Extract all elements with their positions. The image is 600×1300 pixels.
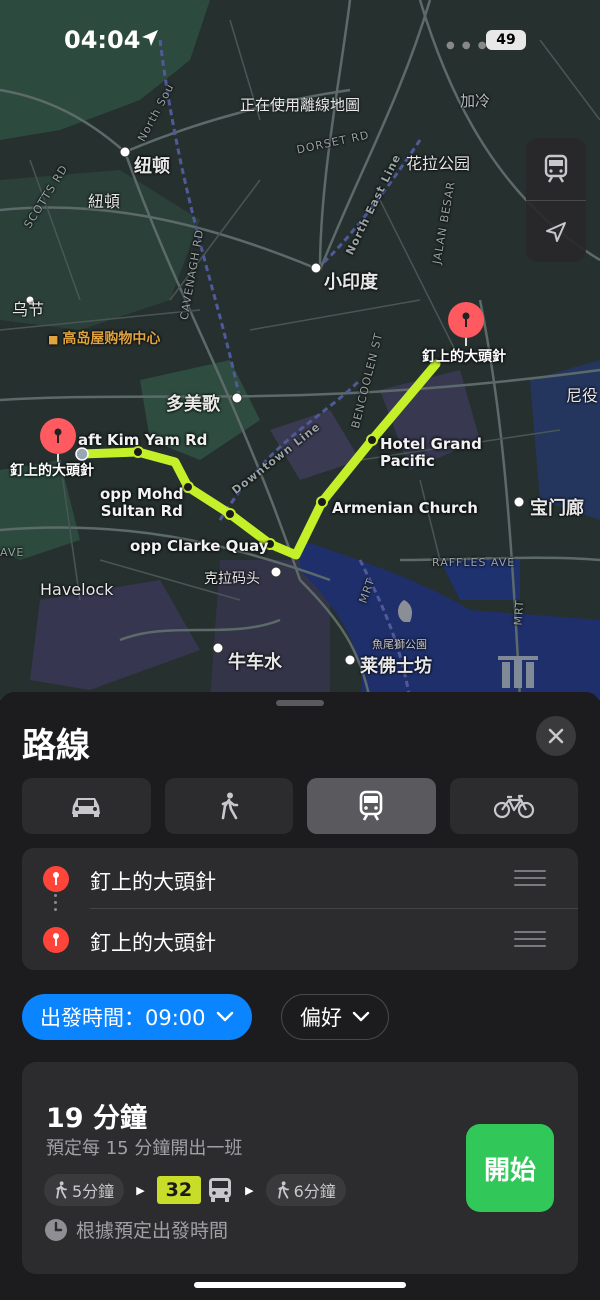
leg-arrow-icon: ▶ xyxy=(136,1183,145,1197)
area-raffles-place: 莱佛士坊 xyxy=(360,656,432,677)
start-pin-label: 釘上的大頭針 xyxy=(10,463,94,479)
route-option-card[interactable]: 19 分鐘 預定每 15 分鐘開出一班 5分鐘 ▶ 32 ▶ 6分鐘 根據預定出… xyxy=(22,1062,578,1274)
area-clarke-quay: 克拉码头 xyxy=(204,571,260,587)
mode-drive-button[interactable] xyxy=(22,778,151,834)
directions-sheet: 路線 釘上的大頭針 釘上的大頭針 出發時間：09:00 偏好 19 分鐘 預定每… xyxy=(0,692,600,1300)
end-pin-label: 釘上的大頭針 xyxy=(422,349,506,365)
location-arrow-icon xyxy=(546,222,566,242)
walk-leg-before: 5分鐘 xyxy=(44,1174,125,1206)
reorder-handle-icon[interactable] xyxy=(514,870,546,891)
waypoint-end-label: 釘上的大頭針 xyxy=(90,931,216,955)
area-orchard: 乌节 xyxy=(12,300,45,319)
street-raffles-ave: RAFFLES AVE xyxy=(432,556,516,569)
mode-transit-button[interactable] xyxy=(307,778,436,834)
close-icon xyxy=(548,728,564,744)
area-newton-tw: 紐頓 xyxy=(88,192,121,211)
street-mrt-2: MRT xyxy=(511,599,527,626)
departure-time-label: 出發時間：09:00 xyxy=(40,1006,206,1030)
car-icon xyxy=(72,798,101,817)
walk-icon xyxy=(221,792,239,820)
poi-takashimaya: ■ 高岛屋购物中心 xyxy=(48,331,161,347)
route-frequency: 預定每 15 分鐘開出一班 xyxy=(46,1138,243,1159)
stop-hotel-grand-pacific[interactable]: Hotel Grand Pacific xyxy=(380,436,482,470)
start-navigation-button[interactable]: 開始 xyxy=(466,1124,554,1212)
home-indicator[interactable] xyxy=(194,1282,406,1288)
transport-mode-selector xyxy=(22,778,578,834)
stop-armenian-church[interactable]: Armenian Church xyxy=(332,500,478,517)
transit-icon xyxy=(359,790,383,821)
leg-arrow-icon: ▶ xyxy=(245,1183,254,1197)
tram-icon xyxy=(544,154,568,183)
mode-walk-button[interactable] xyxy=(164,778,293,834)
walk-icon xyxy=(56,1181,67,1199)
walk-icon xyxy=(277,1181,289,1199)
waypoint-end[interactable]: 釘上的大頭針 xyxy=(22,909,578,969)
area-farrer-park: 花拉公园 xyxy=(406,154,471,173)
route-legs: 5分鐘 ▶ 32 ▶ 6分鐘 xyxy=(44,1174,346,1206)
status-time: 04:04 xyxy=(64,26,141,54)
sheet-grabber[interactable] xyxy=(276,700,324,706)
end-pin-icon xyxy=(448,302,484,346)
poi-merlion-park: 魚尾獅公園 xyxy=(372,638,427,651)
stop-clarke-quay[interactable]: opp Clarke Quay xyxy=(130,538,269,555)
red-pin-icon xyxy=(43,866,69,892)
area-newton: 纽顿 xyxy=(134,156,170,177)
location-services-icon xyxy=(142,30,158,46)
preferences-button[interactable]: 偏好 xyxy=(281,994,389,1040)
map-view[interactable]: North Sou 纽顿 紐頓 SCOTTS RD CAVENAGH RD DO… xyxy=(0,0,600,700)
bus-icon xyxy=(209,1178,232,1202)
clock-icon xyxy=(45,1218,67,1241)
offline-map-notice: 正在使用離線地圖 xyxy=(239,96,360,114)
waypoints-list: 釘上的大頭針 釘上的大頭針 xyxy=(22,848,578,970)
area-chinatown: 牛车水 xyxy=(228,652,282,673)
map-controls xyxy=(526,138,586,262)
start-pin-icon xyxy=(40,418,76,462)
area-dhoby-ghaut: 多美歌 xyxy=(166,394,220,415)
reorder-handle-icon[interactable] xyxy=(514,931,546,952)
close-button[interactable] xyxy=(536,716,576,756)
area-nicoll: 尼役 xyxy=(566,386,599,405)
chevron-down-icon xyxy=(216,1011,233,1022)
area-bugis: 宝门廊 xyxy=(530,498,584,519)
chevron-down-icon xyxy=(352,1011,370,1022)
preferences-label: 偏好 xyxy=(300,1006,342,1030)
bus-number-badge: 32 xyxy=(156,1176,202,1204)
waypoint-start-label: 釘上的大頭針 xyxy=(90,870,216,894)
sheet-title: 路線 xyxy=(22,726,90,766)
schedule-basis: 根據預定出發時間 xyxy=(44,1216,228,1243)
locate-me-button[interactable] xyxy=(526,201,586,263)
waypoint-start[interactable]: 釘上的大頭針 xyxy=(22,848,578,908)
street-ave: AVE xyxy=(0,546,25,559)
shopping-bag-icon: ■ xyxy=(48,333,59,346)
bike-icon xyxy=(493,794,534,819)
area-havelock: Havelock xyxy=(40,580,114,599)
route-duration: 19 分鐘 xyxy=(46,1103,147,1134)
walk-leg-after: 6分鐘 xyxy=(265,1174,346,1206)
red-pin-icon xyxy=(43,927,69,953)
battery-icon: 49 xyxy=(486,30,526,50)
mode-cycle-button[interactable] xyxy=(449,778,578,834)
area-little-india: 小印度 xyxy=(324,272,378,293)
transit-map-button[interactable] xyxy=(526,138,586,200)
stop-kim-yam[interactable]: aft Kim Yam Rd xyxy=(78,432,207,449)
stop-mohd-sultan[interactable]: opp Mohd Sultan Rd xyxy=(100,486,184,520)
departure-time-button[interactable]: 出發時間：09:00 xyxy=(22,994,252,1040)
